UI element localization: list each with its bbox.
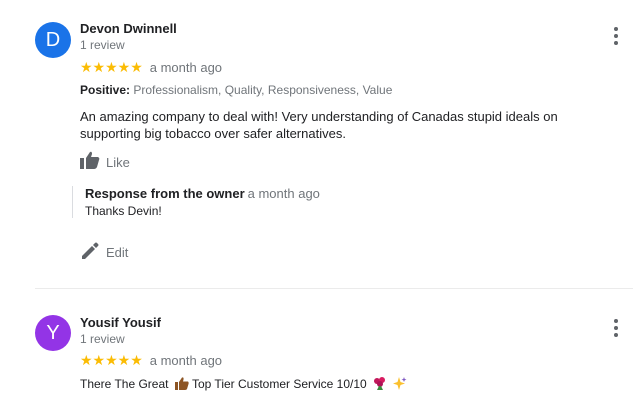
review-text-part: There The Great bbox=[80, 377, 169, 391]
owner-response-text: Thanks Devin! bbox=[85, 204, 162, 218]
review-text-part: Top Tier Customer Service 10/10 bbox=[191, 377, 367, 391]
review-date: a month ago bbox=[149, 352, 223, 368]
rating-row: ★★★★★ a month ago bbox=[80, 59, 222, 75]
review-count: 1 review bbox=[80, 38, 125, 52]
like-label: Like bbox=[106, 155, 130, 170]
star-rating: ★★★★★ bbox=[80, 59, 143, 75]
review-attributes: Positive: Professionalism, Quality, Resp… bbox=[80, 83, 392, 97]
rating-row: ★★★★★ a month ago bbox=[80, 352, 222, 368]
edit-label: Edit bbox=[106, 245, 129, 260]
owner-response: Response from the owner a month ago Thank… bbox=[72, 186, 592, 218]
edit-button[interactable]: Edit bbox=[80, 241, 128, 264]
owner-response-date: a month ago bbox=[247, 186, 320, 201]
owner-response-title: Response from the owner bbox=[85, 186, 245, 201]
more-options-icon[interactable] bbox=[610, 319, 622, 337]
review-divider bbox=[35, 288, 633, 289]
sparkles-icon bbox=[393, 377, 407, 395]
avatar[interactable]: D bbox=[35, 22, 71, 58]
like-button[interactable]: Like bbox=[80, 151, 130, 174]
attributes-label: Positive: bbox=[80, 83, 131, 97]
thumbs-up-icon bbox=[174, 377, 189, 395]
reviewer-name[interactable]: Yousif Yousif bbox=[80, 315, 161, 330]
star-rating: ★★★★★ bbox=[80, 352, 143, 368]
bouquet-icon bbox=[373, 377, 387, 395]
more-options-icon[interactable] bbox=[610, 27, 622, 45]
review-count: 1 review bbox=[80, 332, 125, 346]
avatar[interactable]: Y bbox=[35, 315, 71, 351]
thumbs-up-icon bbox=[80, 151, 100, 174]
pencil-icon bbox=[80, 241, 100, 264]
review-text: There The Great Top Tier Customer Servic… bbox=[80, 376, 620, 395]
owner-response-header: Response from the owner a month ago bbox=[85, 186, 592, 201]
reviewer-name[interactable]: Devon Dwinnell bbox=[80, 21, 177, 36]
attributes-value: Professionalism, Quality, Responsiveness… bbox=[133, 83, 393, 97]
review-text: An amazing company to deal with! Very un… bbox=[80, 109, 558, 141]
review-date: a month ago bbox=[149, 59, 223, 75]
